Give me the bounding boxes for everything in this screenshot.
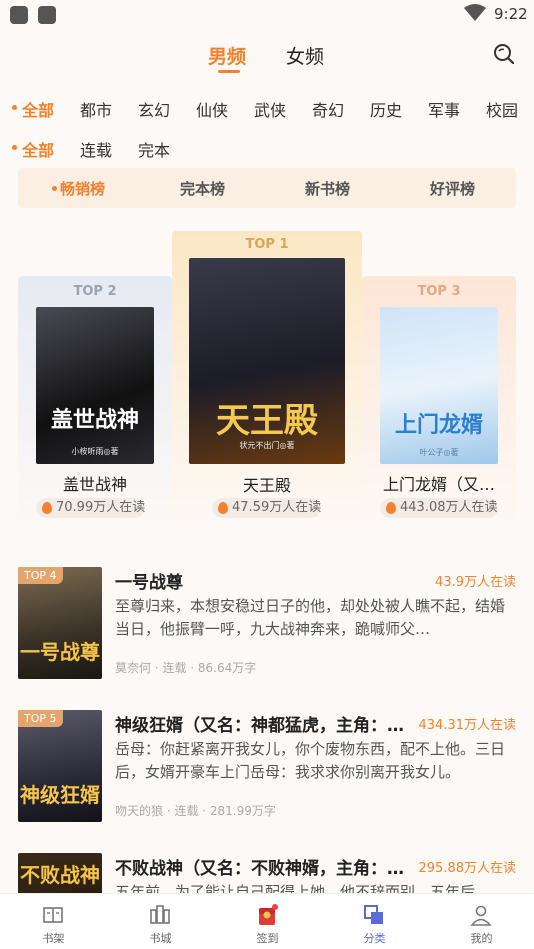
book-cover: 天王殿 状元不出门◎著 [189, 258, 345, 464]
rank-tabs: 畅销榜 完本榜 新书榜 好评榜 [18, 168, 516, 208]
profile-icon [470, 905, 492, 926]
rank-badge: TOP 4 [18, 567, 63, 584]
bottom-nav: 书架 书城 签到 分类 我的 [0, 893, 534, 949]
category-fantasy[interactable]: 玄幻 [138, 97, 170, 121]
book-meta: 吻天的狼 · 连载 · 281.99万字 [115, 804, 276, 818]
read-count: 443.08万人在读 [380, 498, 498, 518]
nav-category[interactable]: 分类 [321, 894, 428, 949]
nav-label: 分类 [363, 932, 386, 945]
book-title: 神级狂婿（又名：神都猛虎，主角：… [115, 716, 404, 736]
nav-bookshelf[interactable]: 书架 [0, 894, 107, 949]
clock: 9:22 [494, 5, 528, 23]
active-dot [12, 105, 17, 110]
nav-bookstore[interactable]: 书城 [107, 894, 214, 949]
nav-label: 我的 [470, 932, 493, 945]
book-description: 岳母：你赶紧离开我女儿，你个废物东西，配不上他。三日后，女婿开豪车上门岳母：我求… [115, 740, 506, 781]
list-item[interactable]: TOP 4 一号战尊 一号战尊 43.9万人在读 至尊归来，本想安稳过日子的他，… [0, 567, 534, 687]
book-cover: 不败战神 [18, 853, 102, 893]
nav-label: 签到 [256, 932, 279, 945]
category-history[interactable]: 历史 [370, 97, 402, 121]
rank-tab-rating[interactable]: 好评榜 [430, 178, 475, 199]
active-dot [52, 186, 57, 191]
rank-tab-completed[interactable]: 完本榜 [180, 178, 225, 199]
status-bar: 9:22 [0, 0, 534, 28]
notification-icon [10, 6, 28, 24]
list-item[interactable]: TOP 5 神级狂婿 神级狂婿（又名：神都猛虎，主角：… 434.31万人在读 … [0, 710, 534, 830]
search-icon[interactable] [492, 42, 516, 66]
status-serializing[interactable]: 连载 [80, 137, 112, 161]
nav-checkin[interactable]: 签到 [214, 894, 321, 949]
category-military[interactable]: 军事 [428, 97, 460, 121]
read-count: 43.9万人在读 [435, 575, 516, 590]
category-campus[interactable]: 校园 [486, 97, 534, 121]
checkin-icon [259, 904, 278, 925]
cover-title: 一号战尊 [20, 640, 100, 664]
category-magic[interactable]: 奇幻 [312, 97, 344, 121]
category-wuxia[interactable]: 武侠 [254, 97, 286, 121]
nav-label: 书架 [42, 932, 65, 945]
category-xianxia[interactable]: 仙侠 [196, 97, 228, 121]
book-meta: 莫奈何 · 连载 · 86.64万字 [115, 661, 257, 675]
book-title: 盖世战神 [62, 475, 127, 494]
bookshelf-icon [43, 907, 63, 923]
bookstore-icon [150, 905, 170, 924]
category-filter: 全部 都市 玄幻 仙侠 武侠 奇幻 历史 军事 校园 [0, 97, 534, 121]
book-cover: 盖世战神 小桉听雨◎著 [36, 307, 154, 464]
nav-profile[interactable]: 我的 [428, 894, 534, 949]
book-cover: TOP 5 神级狂婿 [18, 710, 102, 822]
book-description: 至尊归来，本想安稳过日子的他，却处处被人瞧不起，结婚当日，他振臂一呼，九大战神奔… [115, 597, 506, 638]
rank-label: TOP 1 [245, 237, 289, 252]
status-completed[interactable]: 完本 [138, 137, 170, 161]
book-title: 不败战神（又名：不败神婿，主角：… [115, 859, 404, 879]
read-count: 70.99万人在读 [36, 498, 146, 518]
podium-top3[interactable]: TOP 3 上门龙婿 叶公子◎著 上门龙婿（又… 443.08万人在读 [362, 276, 516, 526]
status-all[interactable]: 全部 [22, 137, 54, 161]
wifi-icon [464, 4, 486, 21]
rank-badge: TOP 5 [18, 710, 63, 727]
tab-female[interactable]: 女频 [286, 42, 324, 69]
book-description: 五年前，为了能让自己配得上她，他不辞而别，五年后 [115, 883, 476, 893]
cover-author: 小桉听雨◎著 [71, 447, 119, 456]
notification-icon [38, 6, 56, 24]
podium-top2[interactable]: TOP 2 盖世战神 小桉听雨◎著 盖世战神 70.99万人在读 [18, 276, 172, 526]
book-title: 上门龙婿（又… [382, 475, 495, 494]
category-all[interactable]: 全部 [22, 97, 54, 121]
rank-label: TOP 3 [417, 284, 461, 299]
status-filter: 全部 连载 完本 [0, 137, 300, 161]
flame-icon [42, 502, 52, 514]
active-tab-indicator [218, 70, 240, 73]
cover-author: 状元不出门◎著 [239, 441, 295, 450]
category-icon [364, 905, 383, 924]
flame-icon [386, 502, 396, 514]
rank-tab-new[interactable]: 新书榜 [305, 178, 350, 199]
nav-label: 书城 [149, 932, 172, 945]
rank-label: TOP 2 [73, 284, 117, 299]
cover-title: 盖世战神 [50, 408, 139, 433]
book-title: 天王殿 [242, 476, 291, 495]
active-dot [12, 145, 17, 150]
category-urban[interactable]: 都市 [80, 97, 112, 121]
book-cover: 上门龙婿 叶公子◎著 [380, 307, 498, 464]
list-item[interactable]: 不败战神 不败战神（又名：不败神婿，主角：… 295.88万人在读 五年前，为了… [0, 853, 534, 893]
cover-title: 上门龙婿 [394, 413, 483, 438]
flame-icon [218, 502, 228, 514]
podium-top1[interactable]: TOP 1 天王殿 状元不出门◎著 天王殿 47.59万人在读 [172, 231, 362, 526]
cover-title: 神级狂婿 [20, 783, 100, 807]
cover-author: 叶公子◎著 [419, 448, 459, 457]
book-cover: TOP 4 一号战尊 [18, 567, 102, 679]
read-count: 434.31万人在读 [418, 718, 517, 733]
read-count: 295.88万人在读 [418, 861, 517, 876]
cover-title: 天王殿 [216, 401, 318, 441]
cover-title: 不败战神 [20, 863, 100, 887]
book-title: 一号战尊 [115, 573, 183, 593]
tab-male[interactable]: 男频 [208, 42, 246, 69]
rank-tab-bestseller[interactable]: 畅销榜 [60, 178, 105, 199]
read-count: 47.59万人在读 [212, 498, 322, 518]
